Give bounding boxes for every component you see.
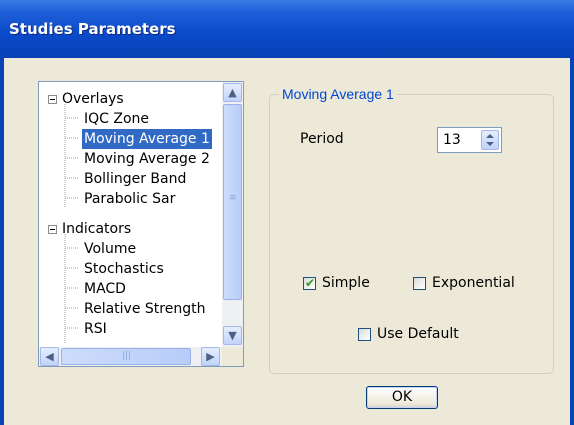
scrollbar-corner: [222, 347, 243, 366]
tree-item-bollinger-band[interactable]: Bollinger Band: [84, 169, 186, 189]
tree-item-rsi[interactable]: RSI: [84, 319, 107, 347]
vertical-scroll-thumb[interactable]: ≡: [223, 104, 242, 300]
scroll-grip-icon: |||: [122, 351, 132, 361]
horizontal-scrollbar[interactable]: ◀ ||| ▶: [39, 347, 222, 366]
period-label: Period: [300, 131, 344, 147]
tree-item-parabolic-sar[interactable]: Parabolic Sar: [84, 189, 175, 209]
spin-up-icon[interactable]: [486, 134, 494, 138]
use-default-label: Use Default: [377, 326, 459, 342]
studies-parameters-dialog: Studies Parameters Overlays IQC Zone Mov…: [0, 0, 574, 425]
vertical-scrollbar[interactable]: ▲ ≡ ▼: [222, 82, 243, 347]
tree-item-iqc-zone[interactable]: IQC Zone: [84, 109, 149, 129]
tree-group-indicators[interactable]: Indicators: [62, 219, 131, 239]
tree-group-overlays[interactable]: Overlays: [62, 89, 124, 109]
period-value[interactable]: 13: [443, 132, 461, 148]
period-spinbox[interactable]: 13: [437, 127, 502, 153]
exponential-label: Exponential: [432, 275, 515, 291]
tree-item-stochastics[interactable]: Stochastics: [84, 259, 164, 279]
scroll-up-arrow-icon: ▲: [228, 86, 237, 99]
title-bar[interactable]: Studies Parameters: [0, 0, 574, 58]
tree-item-relative-strength[interactable]: Relative Strength: [84, 299, 205, 319]
simple-checkbox[interactable]: ✔: [303, 276, 316, 290]
spin-down-icon[interactable]: [486, 142, 494, 146]
horizontal-scroll-thumb[interactable]: |||: [61, 348, 191, 365]
group-title: Moving Average 1: [279, 86, 397, 102]
exponential-checkbox[interactable]: [413, 277, 426, 290]
tree-item-moving-average-2[interactable]: Moving Average 2: [84, 149, 210, 169]
simple-label: Simple: [322, 275, 370, 291]
scroll-down-button[interactable]: ▼: [223, 326, 242, 345]
use-default-checkbox[interactable]: [358, 328, 371, 341]
ok-button[interactable]: OK: [366, 386, 438, 409]
expand-minus-icon[interactable]: [48, 95, 57, 104]
window-frame-right: [570, 58, 574, 425]
scroll-grip-icon: ≡: [229, 193, 237, 203]
tree-item-macd[interactable]: MACD: [84, 279, 126, 299]
checkmark-icon: ✔: [305, 276, 316, 290]
scroll-right-arrow-icon: ▶: [206, 350, 215, 363]
tree-item-moving-average-1[interactable]: Moving Average 1: [82, 129, 212, 149]
scroll-left-button[interactable]: ◀: [40, 347, 59, 366]
studies-tree[interactable]: Overlays IQC Zone Moving Average 1 Movin…: [38, 81, 244, 367]
window-title: Studies Parameters: [9, 20, 176, 38]
scroll-right-button[interactable]: ▶: [201, 347, 220, 366]
expand-minus-icon[interactable]: [48, 225, 57, 234]
scroll-up-button[interactable]: ▲: [223, 83, 242, 102]
scroll-down-arrow-icon: ▼: [228, 329, 237, 342]
period-spin-buttons[interactable]: [481, 130, 499, 150]
window-frame-left: [0, 58, 4, 425]
scroll-left-arrow-icon: ◀: [45, 350, 54, 363]
tree-item-volume[interactable]: Volume: [84, 239, 136, 259]
